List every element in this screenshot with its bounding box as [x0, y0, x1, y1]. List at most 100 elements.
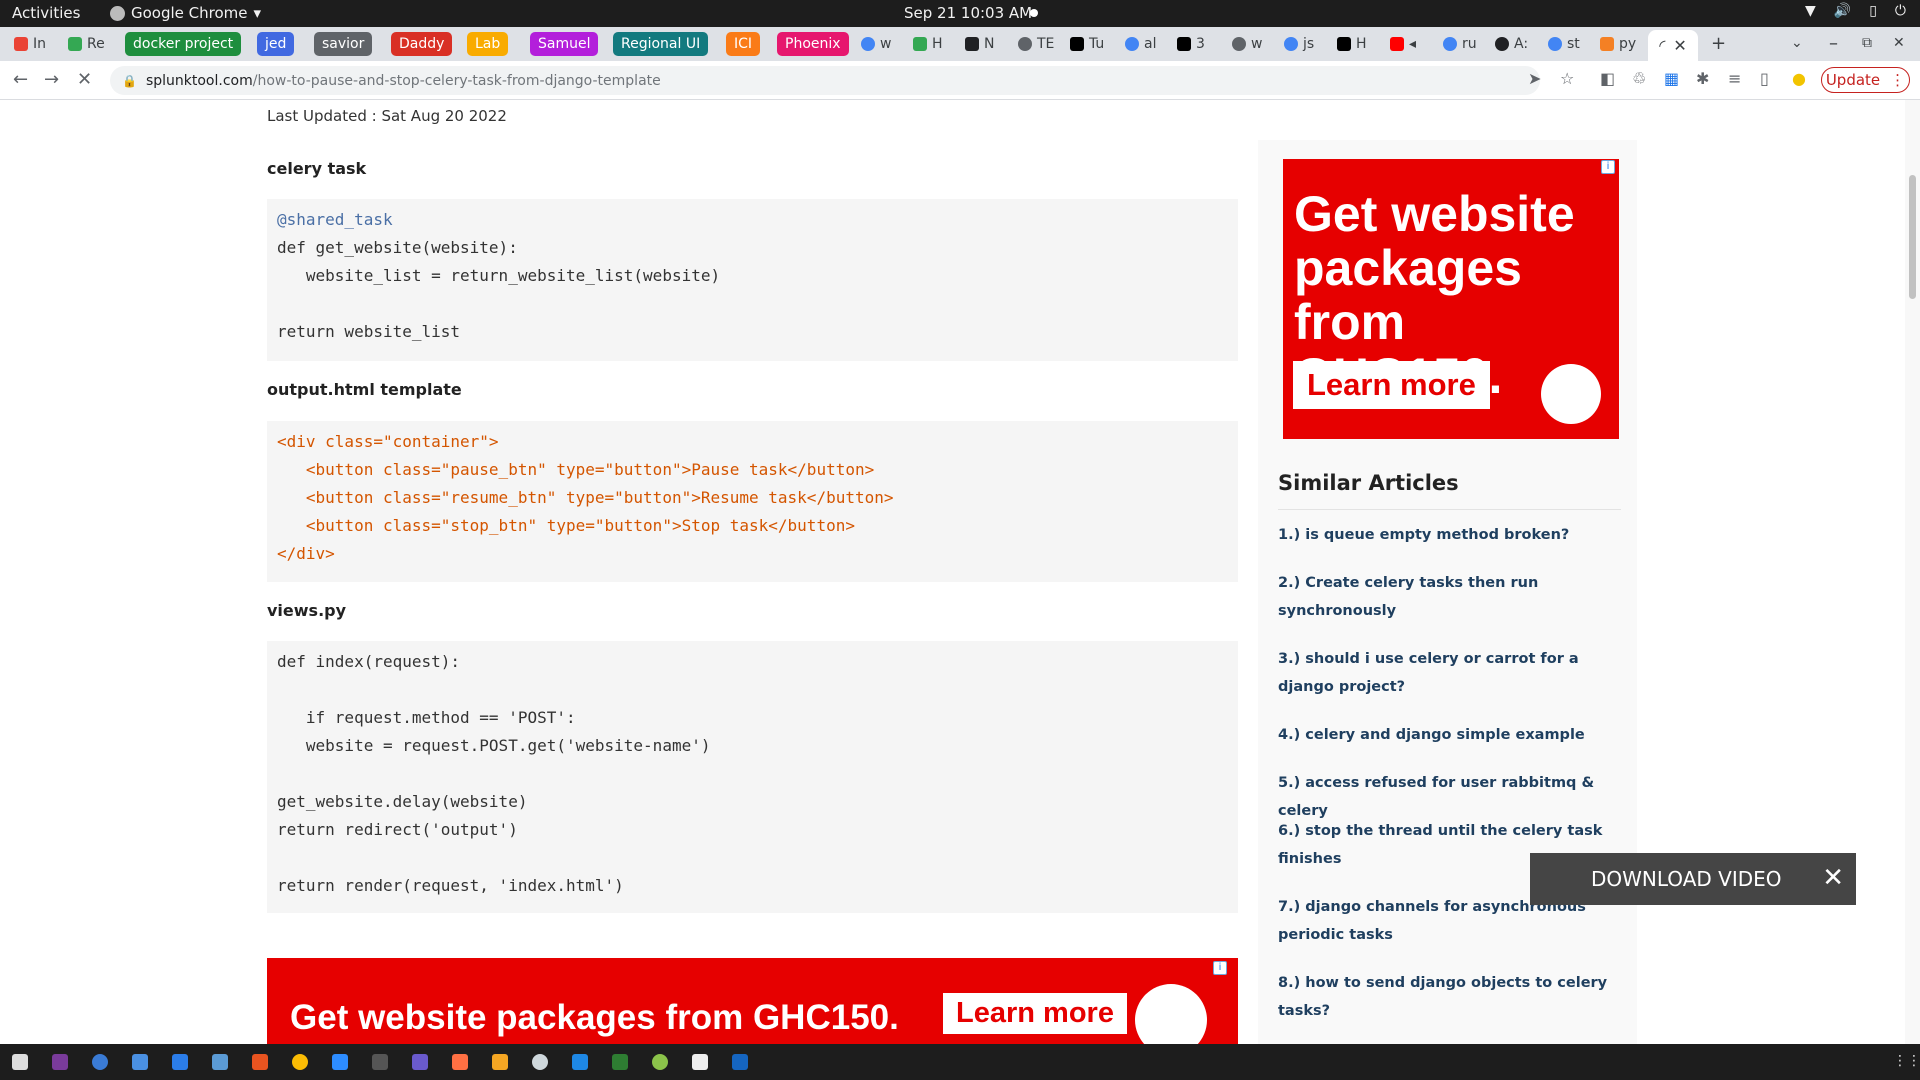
- close-window-icon[interactable]: ✕: [1893, 35, 1905, 51]
- help-icon[interactable]: [92, 1054, 108, 1070]
- tab-mini[interactable]: N: [965, 31, 994, 57]
- download-video-banner[interactable]: DOWNLOAD VIDEO ✕: [1530, 853, 1856, 905]
- vscode-icon[interactable]: [572, 1054, 588, 1070]
- app-icon[interactable]: [212, 1054, 228, 1070]
- tab-group-samuel[interactable]: Samuel: [530, 31, 599, 57]
- stop-loading-icon[interactable]: ✕: [77, 69, 92, 90]
- tab-mini[interactable]: H: [1337, 31, 1367, 57]
- code-block[interactable]: def index(request): if request.method ==…: [267, 641, 1238, 913]
- tab-label: w: [880, 36, 892, 52]
- tab-group-daddy[interactable]: Daddy: [391, 31, 453, 57]
- tab-group-savior[interactable]: savior: [314, 31, 373, 57]
- app-menu[interactable]: Google Chrome ▾: [110, 4, 261, 22]
- vodafone-logo-icon: [1135, 984, 1207, 1044]
- clock[interactable]: Sep 21 10:03 AM: [904, 4, 1032, 22]
- update-button[interactable]: Update ⋮: [1821, 67, 1910, 93]
- activities-button[interactable]: Activities: [12, 4, 80, 22]
- app-icon[interactable]: [52, 1054, 68, 1070]
- page-scrollbar[interactable]: [1905, 100, 1920, 1044]
- app-icon[interactable]: [452, 1054, 468, 1070]
- google-icon: [1548, 37, 1562, 51]
- tab-drive[interactable]: Re: [68, 31, 105, 57]
- chrome-icon[interactable]: [292, 1054, 308, 1070]
- code-block[interactable]: <div class="container"> <button class="p…: [267, 421, 1238, 582]
- similar-article-link[interactable]: 4.) celery and django simple example: [1278, 721, 1628, 749]
- tab-mini[interactable]: py: [1600, 31, 1636, 57]
- minimize-icon[interactable]: –: [1829, 33, 1838, 54]
- files-icon[interactable]: [12, 1054, 28, 1070]
- similar-article-link[interactable]: 3.) should i use celery or carrot for a …: [1278, 645, 1628, 701]
- sidebar-ad[interactable]: i Get website packages from GHC150. Lear…: [1283, 159, 1619, 439]
- app-icon[interactable]: [732, 1054, 748, 1070]
- back-icon[interactable]: ←: [13, 69, 28, 90]
- restore-icon[interactable]: ⧉: [1862, 35, 1872, 51]
- tab-mini[interactable]: ru: [1443, 31, 1477, 57]
- tab-mini[interactable]: ◂: [1390, 31, 1416, 57]
- spreadsheet-icon[interactable]: [612, 1054, 628, 1070]
- similar-article-link[interactable]: 8.) how to send django objects to celery…: [1278, 969, 1628, 1025]
- tab-gmail[interactable]: In: [14, 31, 46, 57]
- send-tab-icon[interactable]: ➤: [1528, 69, 1541, 88]
- app-icon[interactable]: [412, 1054, 428, 1070]
- side-panel-icon[interactable]: ▯: [1760, 69, 1769, 88]
- bookmark-star-icon[interactable]: ☆: [1560, 69, 1574, 88]
- extension-calendar-icon[interactable]: ▦: [1664, 69, 1679, 88]
- tab-group-regional-ui[interactable]: Regional UI: [613, 31, 709, 57]
- close-icon[interactable]: ✕: [1822, 865, 1844, 891]
- ad-info-icon[interactable]: i: [1213, 961, 1227, 975]
- lock-icon[interactable]: 🔒: [122, 74, 137, 88]
- code-block[interactable]: @shared_task def get_website(website): w…: [267, 199, 1238, 361]
- tab-mini[interactable]: w: [861, 31, 891, 57]
- tab-mini[interactable]: w: [1232, 31, 1262, 57]
- app-icon[interactable]: [692, 1054, 708, 1070]
- similar-article-link[interactable]: 2.) Create celery tasks then run synchro…: [1278, 569, 1628, 625]
- zoom-icon[interactable]: [332, 1054, 348, 1070]
- software-store-icon[interactable]: [252, 1054, 268, 1070]
- tab-search-icon[interactable]: ⌄: [1791, 35, 1803, 51]
- profile-avatar-icon[interactable]: ●: [1792, 69, 1806, 88]
- scrollbar-thumb[interactable]: [1909, 175, 1916, 299]
- tab-mini[interactable]: TE: [1018, 31, 1054, 57]
- app-icon[interactable]: [132, 1054, 148, 1070]
- puzzle-icon[interactable]: ✱: [1696, 69, 1709, 88]
- forward-icon[interactable]: →: [44, 69, 59, 90]
- ad-learn-more-button[interactable]: Learn more: [943, 993, 1127, 1034]
- address-bar[interactable]: 🔒 splunktool.com/how-to-pause-and-stop-c…: [110, 66, 1540, 95]
- globe-icon: [1018, 37, 1032, 51]
- extension-icon[interactable]: ◧: [1600, 69, 1615, 88]
- app-icon[interactable]: [532, 1054, 548, 1070]
- download-video-label: DOWNLOAD VIDEO: [1591, 867, 1782, 891]
- tab-mini[interactable]: A:: [1495, 31, 1528, 57]
- tab-group-phoenix[interactable]: Phoenix: [777, 31, 849, 57]
- tab-mini[interactable]: st: [1548, 31, 1580, 57]
- close-tab-icon[interactable]: ✕: [1673, 36, 1686, 55]
- show-apps-icon[interactable]: ⋮⋮: [1893, 1053, 1920, 1069]
- tab-group-docker-project[interactable]: docker project: [125, 31, 242, 57]
- tab-mini[interactable]: Tu: [1070, 31, 1104, 57]
- ad-info-icon[interactable]: i: [1601, 160, 1615, 174]
- update-label: Update: [1825, 71, 1881, 89]
- extension-icon[interactable]: ♲: [1632, 69, 1646, 88]
- new-tab-button[interactable]: +: [1711, 33, 1726, 54]
- tab-mini[interactable]: H: [913, 31, 943, 57]
- tab-mini[interactable]: js: [1284, 31, 1314, 57]
- media-icon[interactable]: ≡: [1728, 69, 1741, 88]
- similar-article-link[interactable]: 1.) is queue empty method broken?: [1278, 521, 1628, 549]
- ad-learn-more-button[interactable]: Learn more: [1293, 361, 1490, 409]
- tab-group-lab[interactable]: Lab: [467, 31, 509, 57]
- document-icon[interactable]: [172, 1054, 188, 1070]
- tab-group-jed[interactable]: jed: [257, 31, 295, 57]
- tab-mini[interactable]: 3: [1177, 31, 1205, 57]
- system-tray[interactable]: ▼ 🔊 ▯ ⏻: [1805, 3, 1906, 19]
- app-icon[interactable]: [652, 1054, 668, 1070]
- code-line: <button class="pause_btn" type="button">…: [277, 460, 875, 479]
- tab-group-ici[interactable]: ICI: [726, 31, 761, 57]
- tab-mini[interactable]: al: [1125, 31, 1156, 57]
- tab-active[interactable]: ◜ ✕: [1648, 30, 1698, 61]
- terminal-icon[interactable]: [372, 1054, 388, 1070]
- system-top-bar: Activities Google Chrome ▾ Sep 21 10:03 …: [0, 0, 1920, 27]
- banner-ad[interactable]: i Get website packages from GHC150. Lear…: [267, 958, 1238, 1044]
- tab-label: st: [1567, 36, 1580, 52]
- sublime-icon[interactable]: [492, 1054, 508, 1070]
- code-line: return render(request, 'index.html'): [277, 876, 624, 895]
